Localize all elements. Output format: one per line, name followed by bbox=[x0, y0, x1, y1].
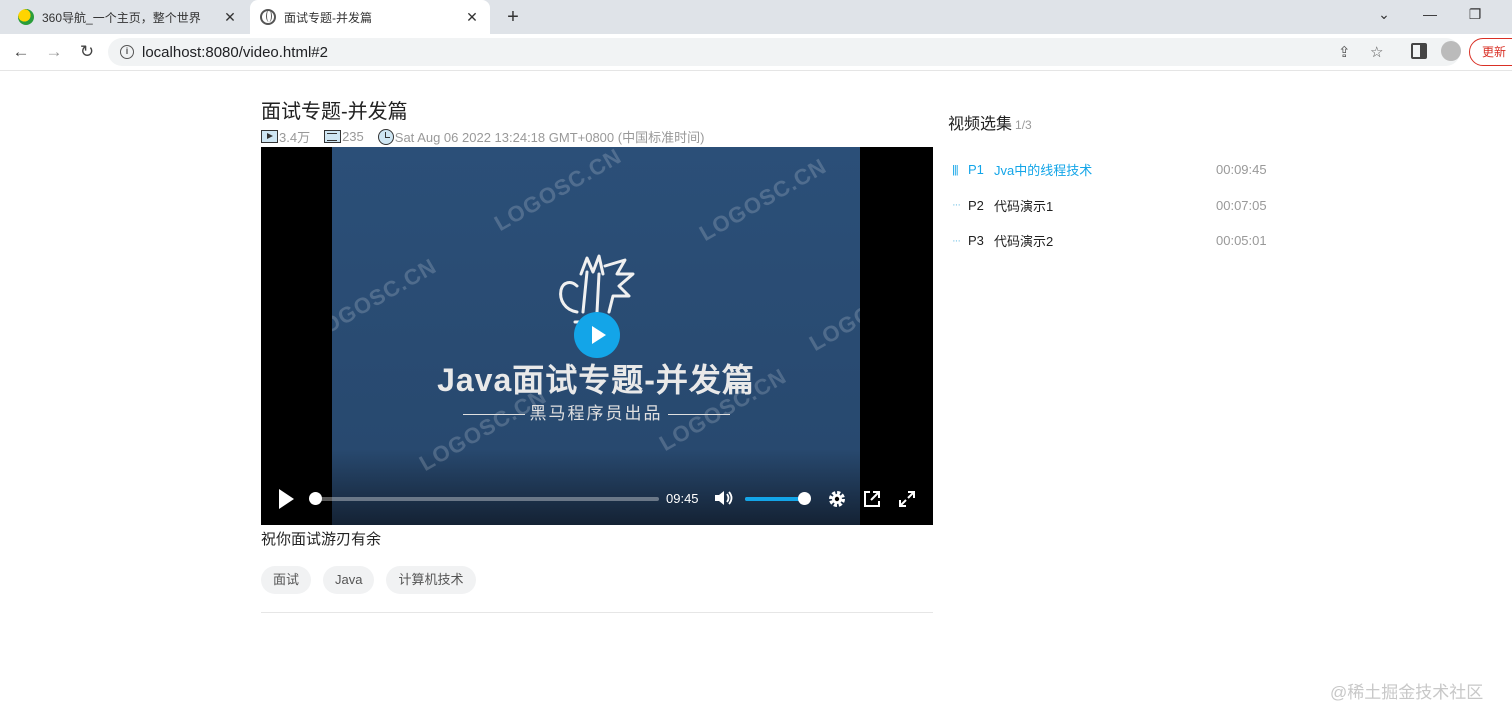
tag-item[interactable]: 计算机技术 bbox=[386, 566, 476, 594]
video-description: 祝你面试游刃有余 bbox=[261, 531, 382, 548]
url-text: localhost:8080/video.html#2 bbox=[142, 43, 328, 61]
volume-slider[interactable] bbox=[745, 492, 811, 505]
part-duration: 00:07:05 bbox=[1216, 197, 1267, 213]
duration-time: 09:45 bbox=[666, 491, 699, 506]
play-icon[interactable] bbox=[279, 489, 294, 509]
playlist-title: 视频选集 bbox=[948, 116, 1013, 133]
popout-icon[interactable] bbox=[862, 489, 882, 509]
poster-watermark: LOGOSC.CN bbox=[332, 253, 441, 346]
poster-subtitle: 黑马程序员出品 bbox=[529, 404, 663, 423]
browser-toolbar: ← → ↻ i localhost:8080/video.html#2 ⇪ ☆ … bbox=[0, 34, 1512, 71]
tab-title: 360导航_一个主页，整个世界 bbox=[42, 10, 201, 25]
big-play-button[interactable] bbox=[574, 312, 620, 358]
part-number: P2 bbox=[968, 197, 984, 213]
share-icon[interactable]: ⇪ bbox=[1338, 43, 1351, 61]
playlist-item[interactable]: ··· P3 代码演示2 00:05:01 bbox=[952, 223, 1272, 259]
poster-watermark: LOGOSC.CN bbox=[490, 147, 626, 236]
tab-search-chevron-icon[interactable]: ⌄ bbox=[1374, 6, 1394, 23]
tag-item[interactable]: Java bbox=[323, 566, 375, 594]
volume-icon[interactable] bbox=[713, 490, 733, 506]
dots-indicator-icon: ··· bbox=[952, 234, 961, 247]
side-panel-icon[interactable] bbox=[1411, 43, 1427, 59]
profile-avatar-icon[interactable] bbox=[1441, 41, 1461, 61]
back-arrow-icon[interactable]: ← bbox=[10, 41, 32, 63]
publish-date: Sat Aug 06 2022 13:24:18 GMT+0800 (中国标准时… bbox=[394, 130, 705, 145]
close-icon[interactable]: ✕ bbox=[222, 9, 238, 26]
poster-title: Java面试专题-并发篇 bbox=[437, 362, 755, 398]
tag-list: 面试 Java 计算机技术 bbox=[261, 566, 488, 594]
forward-arrow-icon[interactable]: → bbox=[43, 41, 65, 63]
playlist: ||| P1 Jva中的线程技术 00:09:45 ··· P2 代码演示1 0… bbox=[952, 152, 1272, 259]
part-number: P3 bbox=[968, 233, 984, 249]
part-duration: 00:09:45 bbox=[1216, 162, 1267, 178]
reload-icon[interactable]: ↻ bbox=[76, 41, 98, 63]
danmaku-count: 235 bbox=[342, 129, 364, 144]
tab-strip: 360导航_一个主页，整个世界 ✕ 面试专题-并发篇 ✕ + ⌄ — ❐ bbox=[0, 0, 1512, 34]
tab-360-nav[interactable]: 360导航_一个主页，整个世界 ✕ bbox=[8, 0, 248, 34]
tag-item[interactable]: 面试 bbox=[261, 566, 312, 594]
address-bar[interactable]: i localhost:8080/video.html#2 ⇪ ☆ bbox=[108, 38, 1460, 66]
dots-indicator-icon: ··· bbox=[952, 199, 961, 212]
player-controls: 09:45 bbox=[261, 477, 933, 525]
new-tab-button[interactable]: + bbox=[503, 6, 523, 29]
playlist-item[interactable]: ||| P1 Jva中的线程技术 00:09:45 bbox=[952, 152, 1272, 188]
view-count: 3.4万 bbox=[279, 130, 311, 145]
playing-indicator-icon: ||| bbox=[952, 163, 959, 176]
site-watermark: @稀土掘金技术社区 bbox=[1330, 683, 1484, 702]
volume-handle[interactable] bbox=[797, 492, 811, 505]
progress-bar[interactable] bbox=[309, 492, 659, 505]
playlist-item[interactable]: ··· P2 代码演示1 00:07:05 bbox=[952, 188, 1272, 224]
poster-watermark: LOGOSC.CN bbox=[805, 263, 860, 356]
tab-video-page[interactable]: 面试专题-并发篇 ✕ bbox=[250, 0, 490, 34]
progress-handle[interactable] bbox=[309, 492, 322, 505]
globe-icon bbox=[260, 9, 276, 25]
bookmark-star-icon[interactable]: ☆ bbox=[1370, 43, 1383, 61]
playlist-count: 1/3 bbox=[1015, 118, 1032, 132]
video-meta: 3.4万 235 Sat Aug 06 2022 13:24:18 GMT+08… bbox=[261, 127, 704, 146]
close-icon[interactable]: ✕ bbox=[464, 9, 480, 26]
divider bbox=[261, 612, 933, 613]
update-button[interactable]: 更新 bbox=[1469, 38, 1512, 66]
danmaku-icon bbox=[324, 130, 342, 143]
minimize-icon[interactable]: — bbox=[1420, 6, 1440, 22]
360-logo-icon bbox=[18, 9, 34, 25]
volume-fill bbox=[745, 497, 804, 501]
part-duration: 00:05:01 bbox=[1216, 233, 1267, 249]
fullscreen-icon[interactable] bbox=[897, 489, 917, 509]
poster-subtitle-row: 黑马程序员出品 bbox=[332, 399, 860, 424]
video-player[interactable]: LOGOSC.CN LOGOSC.CN LOGOSC.CN LOGOSC.CN … bbox=[261, 147, 933, 525]
tab-title: 面试专题-并发篇 bbox=[284, 10, 372, 25]
clock-icon bbox=[377, 128, 394, 145]
play-count-icon bbox=[261, 130, 278, 143]
playlist-heading: 视频选集 1/3 bbox=[948, 110, 1032, 134]
settings-gear-icon[interactable] bbox=[827, 489, 847, 509]
site-info-icon[interactable]: i bbox=[120, 45, 134, 59]
poster-watermark: LOGOSC.CN bbox=[695, 153, 831, 246]
restore-icon[interactable]: ❐ bbox=[1465, 6, 1485, 23]
part-number: P1 bbox=[968, 162, 984, 178]
page-title: 面试专题-并发篇 bbox=[261, 101, 408, 123]
